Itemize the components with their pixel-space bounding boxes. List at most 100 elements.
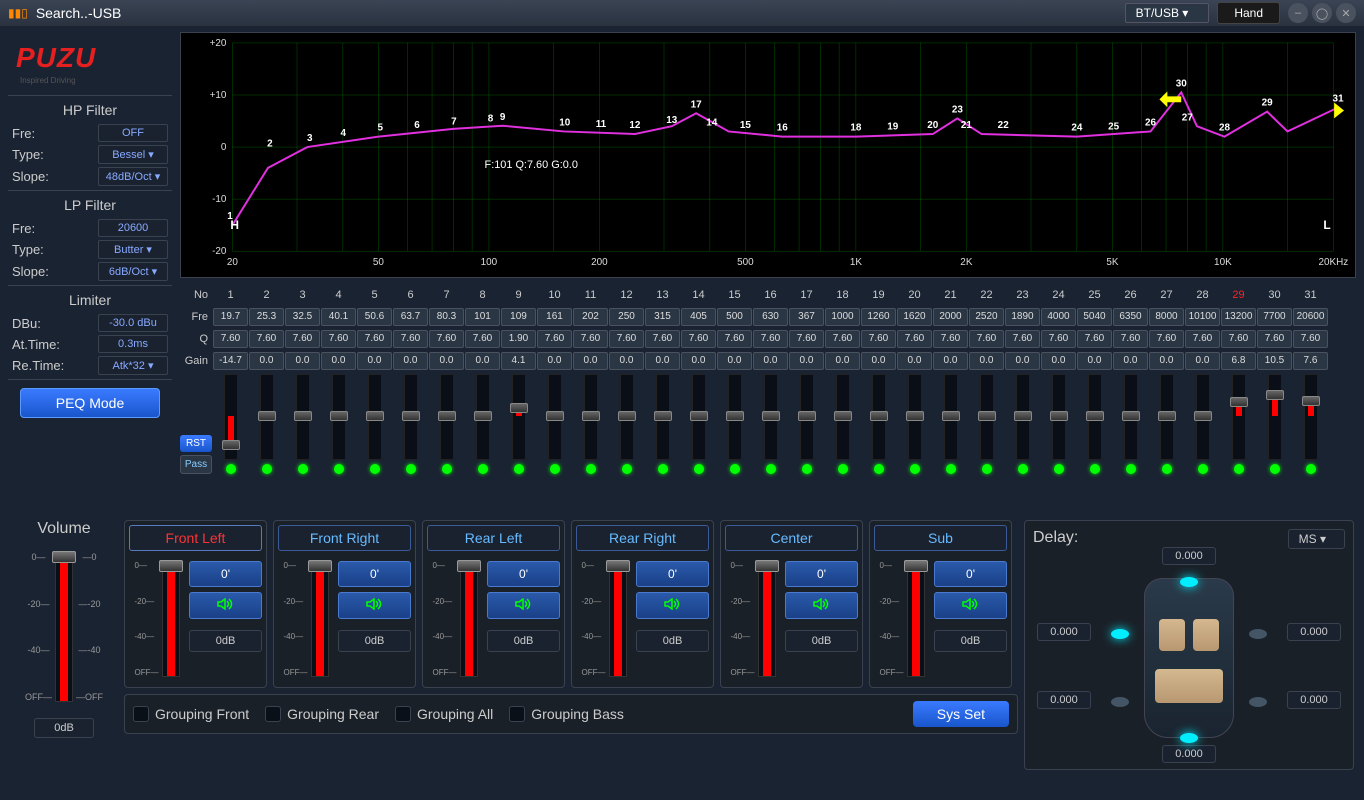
eq-fre-cell[interactable]: 10100	[1185, 308, 1220, 326]
eq-q-cell[interactable]: 7.60	[537, 330, 572, 348]
sys-set-button[interactable]: Sys Set	[913, 701, 1009, 727]
eq-gain-cell[interactable]: 0.0	[1149, 352, 1184, 370]
hp-fre-value[interactable]: OFF	[98, 124, 168, 142]
close-icon[interactable]: ✕	[1336, 3, 1356, 23]
eq-q-cell[interactable]: 7.60	[1113, 330, 1148, 348]
eq-fader[interactable]	[717, 374, 752, 474]
eq-gain-cell[interactable]: 0.0	[249, 352, 284, 370]
eq-gain-cell[interactable]: 0.0	[609, 352, 644, 370]
eq-fre-cell[interactable]: 19.7	[213, 308, 248, 326]
eq-band-header[interactable]: 12	[609, 286, 644, 304]
mute-button[interactable]	[934, 592, 1007, 619]
eq-fre-cell[interactable]: 2000	[933, 308, 968, 326]
eq-fre-cell[interactable]: 13200	[1221, 308, 1256, 326]
phase-button[interactable]: 0'	[934, 561, 1007, 587]
eq-gain-cell[interactable]: 0.0	[645, 352, 680, 370]
eq-fader[interactable]	[357, 374, 392, 474]
eq-gain-cell[interactable]: 4.1	[501, 352, 536, 370]
eq-q-cell[interactable]: 7.60	[1077, 330, 1112, 348]
eq-fre-cell[interactable]: 202	[573, 308, 608, 326]
grouping-checkbox[interactable]: Grouping All	[395, 706, 493, 722]
eq-fader[interactable]	[1185, 374, 1220, 474]
limiter-at-value[interactable]: 0.3ms	[98, 335, 168, 353]
eq-fre-cell[interactable]: 25.3	[249, 308, 284, 326]
eq-q-cell[interactable]: 7.60	[285, 330, 320, 348]
delay-center-top[interactable]: 0.000	[1162, 547, 1216, 565]
eq-gain-cell[interactable]: 0.0	[681, 352, 716, 370]
channel-title-button[interactable]: Rear Left	[427, 525, 560, 551]
eq-fre-cell[interactable]: 32.5	[285, 308, 320, 326]
eq-band-header[interactable]: 21	[933, 286, 968, 304]
eq-q-cell[interactable]: 7.60	[645, 330, 680, 348]
eq-band-header[interactable]: 26	[1113, 286, 1148, 304]
eq-gain-cell[interactable]: 0.0	[861, 352, 896, 370]
delay-rear-left[interactable]: 0.000	[1037, 691, 1091, 709]
eq-q-cell[interactable]: 7.60	[1005, 330, 1040, 348]
delay-front-left[interactable]: 0.000	[1037, 623, 1091, 641]
eq-band-header[interactable]: 2	[249, 286, 284, 304]
eq-gain-cell[interactable]: 0.0	[321, 352, 356, 370]
eq-fre-cell[interactable]: 630	[753, 308, 788, 326]
mute-button[interactable]	[636, 592, 709, 619]
eq-fader[interactable]	[1077, 374, 1112, 474]
eq-gain-cell[interactable]: 0.0	[573, 352, 608, 370]
eq-gain-cell[interactable]: 0.0	[357, 352, 392, 370]
eq-gain-cell[interactable]: 0.0	[753, 352, 788, 370]
eq-fre-cell[interactable]: 315	[645, 308, 680, 326]
volume-fader[interactable]	[55, 552, 73, 702]
eq-band-header[interactable]: 19	[861, 286, 896, 304]
eq-q-cell[interactable]: 7.60	[429, 330, 464, 348]
eq-q-cell[interactable]: 7.60	[825, 330, 860, 348]
phase-button[interactable]: 0'	[785, 561, 858, 587]
channel-title-button[interactable]: Front Right	[278, 525, 411, 551]
eq-gain-cell[interactable]: 0.0	[393, 352, 428, 370]
channel-fader[interactable]	[609, 561, 627, 677]
eq-fader[interactable]	[249, 374, 284, 474]
channel-fader[interactable]	[758, 561, 776, 677]
eq-band-header[interactable]: 1	[213, 286, 248, 304]
channel-title-button[interactable]: Front Left	[129, 525, 262, 551]
pass-button[interactable]: Pass	[180, 455, 212, 474]
eq-gain-cell[interactable]: 0.0	[537, 352, 572, 370]
eq-fader[interactable]	[1041, 374, 1076, 474]
channel-db[interactable]: 0dB	[785, 630, 858, 652]
lp-slope-select[interactable]: 6dB/Oct ▾	[98, 262, 168, 281]
eq-q-cell[interactable]: 7.60	[789, 330, 824, 348]
eq-gain-cell[interactable]: 0.0	[1005, 352, 1040, 370]
eq-fre-cell[interactable]: 1260	[861, 308, 896, 326]
eq-band-header[interactable]: 18	[825, 286, 860, 304]
phase-button[interactable]: 0'	[636, 561, 709, 587]
peq-mode-button[interactable]: PEQ Mode	[20, 388, 160, 418]
eq-fre-cell[interactable]: 367	[789, 308, 824, 326]
eq-fre-cell[interactable]: 500	[717, 308, 752, 326]
eq-q-cell[interactable]: 7.60	[1221, 330, 1256, 348]
eq-fader[interactable]	[285, 374, 320, 474]
eq-q-cell[interactable]: 7.60	[933, 330, 968, 348]
eq-band-header[interactable]: 9	[501, 286, 536, 304]
eq-fre-cell[interactable]: 80.3	[429, 308, 464, 326]
mute-button[interactable]	[338, 592, 411, 619]
eq-fader[interactable]	[609, 374, 644, 474]
eq-gain-cell[interactable]: 6.8	[1221, 352, 1256, 370]
eq-gain-cell[interactable]: 0.0	[465, 352, 500, 370]
eq-fader[interactable]	[825, 374, 860, 474]
eq-band-header[interactable]: 4	[321, 286, 356, 304]
eq-gain-cell[interactable]: 0.0	[825, 352, 860, 370]
eq-band-header[interactable]: 31	[1293, 286, 1328, 304]
eq-gain-cell[interactable]: 0.0	[933, 352, 968, 370]
eq-fre-cell[interactable]: 1000	[825, 308, 860, 326]
eq-band-header[interactable]: 22	[969, 286, 1004, 304]
eq-band-header[interactable]: 14	[681, 286, 716, 304]
eq-fre-cell[interactable]: 7700	[1257, 308, 1292, 326]
eq-fader[interactable]	[645, 374, 680, 474]
delay-front-right[interactable]: 0.000	[1287, 623, 1341, 641]
eq-graph[interactable]: -20-100+10+2020501002005001K2K5K10K20KHz…	[180, 32, 1356, 278]
eq-q-cell[interactable]: 1.90	[501, 330, 536, 348]
channel-title-button[interactable]: Center	[725, 525, 858, 551]
grouping-checkbox[interactable]: Grouping Rear	[265, 706, 379, 722]
eq-q-cell[interactable]: 7.60	[969, 330, 1004, 348]
rst-button[interactable]: RST	[180, 435, 212, 452]
eq-q-cell[interactable]: 7.60	[321, 330, 356, 348]
eq-fader[interactable]	[861, 374, 896, 474]
eq-band-header[interactable]: 29	[1221, 286, 1256, 304]
